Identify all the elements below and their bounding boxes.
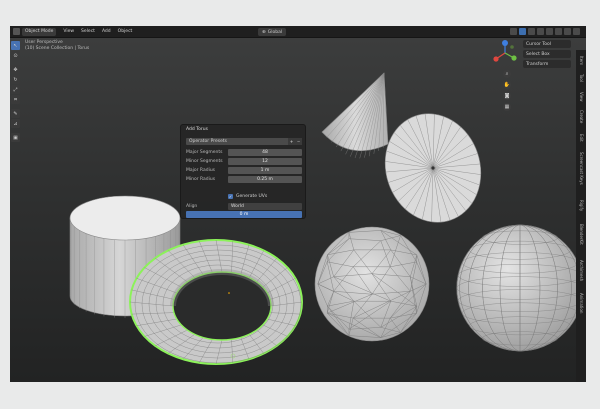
gizmo-toggle-icon[interactable] (519, 28, 526, 35)
sidebar-npanel: Cursor Tool Select Box Transform (521, 38, 573, 78)
camera-icon[interactable]: ◙ (503, 92, 511, 100)
sidebar-tab[interactable]: Animation (577, 293, 585, 313)
pan-hand-icon[interactable]: ✋ (503, 81, 511, 89)
adjust-last-operation-panel: Add Torus Operator Presets + − Major Seg… (180, 124, 306, 219)
operator-presets-select[interactable]: Operator Presets (186, 138, 288, 145)
prop-major-radius: Major Radius 1 m (186, 167, 302, 174)
material-shading-icon[interactable] (564, 28, 571, 35)
collection-info: (10) Scene Collection | Torus (25, 46, 90, 51)
minor-radius-field[interactable]: 0.25 m (228, 176, 302, 183)
measure-tool-icon[interactable]: ⊿ (11, 119, 20, 128)
3d-viewport[interactable]: ↖ ⊙ ✥ ↻ ⤢ ⌗ ✎ ⊿ ▣ User Perspective (10) … (10, 38, 586, 382)
select-tool-icon[interactable]: ↖ (11, 41, 20, 50)
align-row: Align World (186, 203, 302, 210)
prop-label: Major Radius (186, 168, 216, 173)
prop-major-segments: Major Segments 48 (186, 149, 302, 156)
move-tool-icon[interactable]: ✥ (11, 65, 20, 74)
location-field[interactable]: 0 m (186, 211, 302, 218)
operator-presets-row: Operator Presets + − (186, 138, 302, 145)
viewport-header: Object Mode View Select Add Object ⊕ Glo… (10, 26, 586, 38)
sidebar-tab[interactable]: Edit (577, 134, 585, 142)
location-row: 0 m (186, 211, 302, 218)
uv-sphere-mesh[interactable] (456, 224, 577, 352)
npanel-row-select[interactable]: Select Box (523, 50, 571, 58)
prop-label: Minor Radius (186, 177, 216, 182)
torus-mesh-selected[interactable] (129, 239, 303, 365)
generate-uvs-label: Generate UVs (236, 194, 268, 199)
overlay-icon[interactable] (528, 28, 535, 35)
align-label: Align (186, 204, 198, 209)
generate-uvs-checkbox[interactable]: ✓ Generate UVs (228, 194, 267, 199)
header-menu: View Select Add Object (60, 29, 135, 34)
prop-minor-radius: Minor Radius 0.25 m (186, 176, 302, 183)
align-select[interactable]: World (228, 203, 302, 210)
prop-label: Major Segments (186, 150, 223, 155)
sidebar-tabs: Item Tool View Create Edit Screencast Keys Rig… (576, 50, 586, 382)
wireframe-shading-icon[interactable] (546, 28, 553, 35)
viewport-info-text: User Perspective (10) Scene Collection |… (25, 40, 89, 52)
sidebar-tab[interactable]: BlenderKit (577, 224, 585, 245)
blender-window: Object Mode View Select Add Object ⊕ Glo… (10, 26, 586, 382)
preset-add-icon[interactable]: + (288, 138, 295, 145)
preset-remove-icon[interactable]: − (295, 138, 302, 145)
major-segments-field[interactable]: 48 (228, 149, 302, 156)
sidebar-tab[interactable]: View (577, 92, 585, 102)
transform-tool-icon[interactable]: ⌗ (11, 95, 20, 104)
major-radius-field[interactable]: 1 m (228, 167, 302, 174)
redo-panel-title[interactable]: Add Torus (181, 125, 305, 134)
minor-segments-field[interactable]: 12 (228, 158, 302, 165)
mode-select[interactable]: Object Mode (22, 27, 57, 36)
add-cube-tool-icon[interactable]: ▣ (11, 133, 20, 142)
editor-type-icon[interactable] (13, 28, 20, 35)
annotate-tool-icon[interactable]: ✎ (11, 109, 20, 118)
checkbox-check-icon: ✓ (228, 194, 233, 199)
solid-shading-icon[interactable] (555, 28, 562, 35)
cursor-tool-icon[interactable]: ⊙ (11, 51, 20, 60)
scale-tool-icon[interactable]: ⤢ (11, 85, 20, 94)
sidebar-tab[interactable]: Archimesh (577, 260, 585, 281)
xray-icon[interactable] (537, 28, 544, 35)
sidebar-tab[interactable]: Rigify (577, 200, 585, 211)
visibility-icon[interactable] (510, 28, 517, 35)
menu-select[interactable]: Select (78, 29, 98, 34)
menu-add[interactable]: Add (99, 29, 114, 34)
menu-object[interactable]: Object (115, 29, 136, 34)
sidebar-tab[interactable]: Create (577, 110, 585, 123)
icosphere-mesh[interactable] (314, 226, 430, 342)
orientation-label: Global (267, 29, 283, 35)
navigation-gizmo[interactable] (490, 38, 520, 68)
transform-orientation-select[interactable]: ⊕ Global (258, 28, 287, 36)
tool-shelf: ↖ ⊙ ✥ ↻ ⤢ ⌗ ✎ ⊿ ▣ (11, 41, 21, 142)
npanel-row-cursor[interactable]: Cursor Tool (523, 40, 571, 48)
prop-label: Minor Segments (186, 159, 223, 164)
sidebar-tab[interactable]: Item (577, 56, 585, 65)
sidebar-tab[interactable]: Screencast Keys (577, 152, 585, 185)
npanel-row-transform[interactable]: Transform (523, 60, 571, 68)
rotate-tool-icon[interactable]: ↻ (11, 75, 20, 84)
circle-disc-mesh[interactable] (371, 101, 494, 235)
zoom-icon[interactable]: ⌕ (503, 70, 511, 78)
prop-minor-segments: Minor Segments 12 (186, 158, 302, 165)
rendered-shading-icon[interactable] (573, 28, 580, 35)
menu-view[interactable]: View (60, 29, 77, 34)
header-right-controls (510, 28, 580, 35)
orientation-icon: ⊕ (262, 29, 266, 35)
perspective-grid-icon[interactable]: ▦ (503, 103, 511, 111)
cone-mesh[interactable] (321, 72, 389, 159)
sidebar-tab[interactable]: Tool (577, 74, 585, 82)
viewport-nav-buttons: ⌕ ✋ ◙ ▦ (503, 70, 511, 111)
